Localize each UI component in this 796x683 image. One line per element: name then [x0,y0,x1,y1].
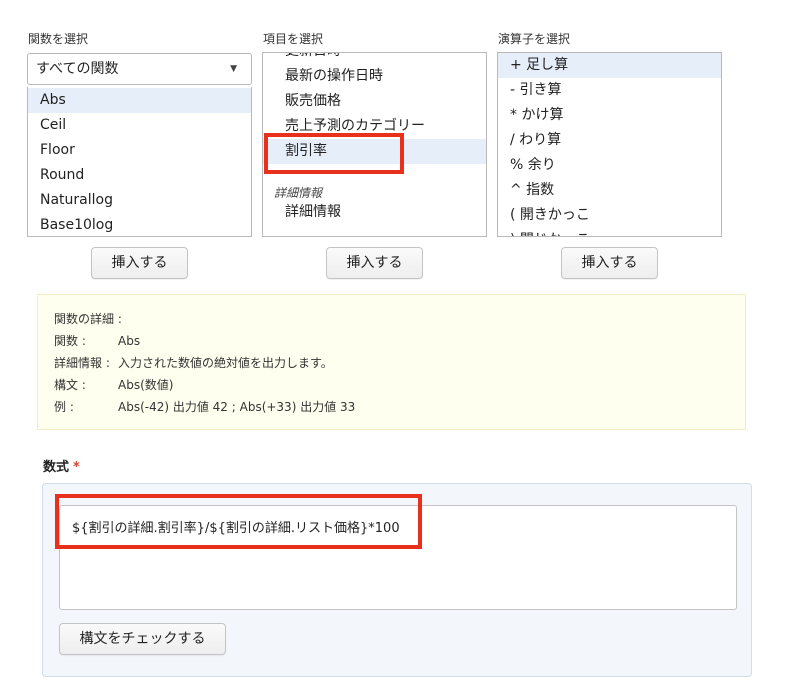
insert-function-button[interactable]: 挿入する [91,247,188,279]
field-group-label: 詳細情報 [274,186,323,200]
function-select-label: 関数を選択 [28,32,89,46]
required-marker: * [73,460,80,475]
details-example-label: 例 : [54,400,74,414]
details-example-value: Abs(-42) 出力値 42 ; Abs(+33) 出力値 33 [118,400,356,414]
function-item-floor[interactable]: Floor [28,138,251,163]
operator-listbox[interactable]: + 足し算 - 引き算 * かけ算 / わり算 % 余り ^ 指数 ( 開きかっ… [497,52,722,237]
operator-item-exponent[interactable]: ^ 指数 [498,178,721,203]
function-item-naturallog[interactable]: Naturallog [28,188,251,213]
formula-panel: ${割引の詳細.割引率}/${割引の詳細.リスト価格}*100 構文をチェックす… [42,483,752,677]
field-item-forecast-category[interactable]: 売上予測のカテゴリー [263,114,486,139]
operator-item-close-paren[interactable]: ) 閉じかっこ [498,228,721,236]
operator-item-subtract[interactable]: - 引き算 [498,78,721,103]
details-function-value: Abs [118,334,141,348]
operator-item-divide[interactable]: / わり算 [498,128,721,153]
details-syntax-value: Abs(数値) [118,378,174,392]
field-listbox[interactable]: 更新日時 最新の操作日時 販売価格 売上予測のカテゴリー 割引率 詳細情報 詳細… [262,52,487,237]
field-item-last-activity[interactable]: 最新の操作日時 [263,64,486,89]
insert-field-button[interactable]: 挿入する [326,247,423,279]
check-syntax-button[interactable]: 構文をチェックする [59,623,226,655]
function-item-abs[interactable]: Abs [28,88,251,113]
details-heading: 関数の詳細 : [54,312,122,326]
function-item-base10log[interactable]: Base10log [28,213,251,236]
function-item-round[interactable]: Round [28,163,251,188]
operator-item-open-paren[interactable]: ( 開きかっこ [498,203,721,228]
field-select-label: 項目を選択 [263,32,324,46]
formula-text: ${割引の詳細.割引率}/${割引の詳細.リスト価格}*100 [72,521,400,536]
formula-label: 数式 * [43,456,80,475]
details-info-value: 入力された数値の絶対値を出力します。 [118,356,333,370]
function-category-value: すべての関数 [36,61,119,77]
formula-label-text: 数式 [43,460,70,475]
chevron-down-icon: ▼ [230,64,237,74]
function-item-ceil[interactable]: Ceil [28,113,251,138]
operator-item-add[interactable]: + 足し算 [498,53,721,78]
details-function-label: 関数 : [54,334,86,348]
function-category-select[interactable]: すべての関数 ▼ [27,53,252,85]
field-item-sales-price[interactable]: 販売価格 [263,89,486,114]
function-details-panel: 関数の詳細 : 関数 : Abs 詳細情報 : 入力された数値の絶対値を出力しま… [37,294,746,430]
field-item-discount-rate[interactable]: 割引率 [263,139,486,164]
operator-item-multiply[interactable]: * かけ算 [498,103,721,128]
function-listbox[interactable]: Abs Ceil Floor Round Naturallog Base10lo… [27,87,252,237]
insert-operator-button[interactable]: 挿入する [561,247,658,279]
details-syntax-label: 構文 : [54,378,86,392]
operator-select-label: 演算子を選択 [498,32,571,46]
field-item-updated-at[interactable]: 更新日時 [263,53,486,64]
details-info-label: 詳細情報 : [54,356,110,370]
field-item-details[interactable]: 詳細情報 [263,200,486,225]
operator-item-modulo[interactable]: % 余り [498,153,721,178]
formula-textarea[interactable]: ${割引の詳細.割引率}/${割引の詳細.リスト価格}*100 [59,505,737,610]
